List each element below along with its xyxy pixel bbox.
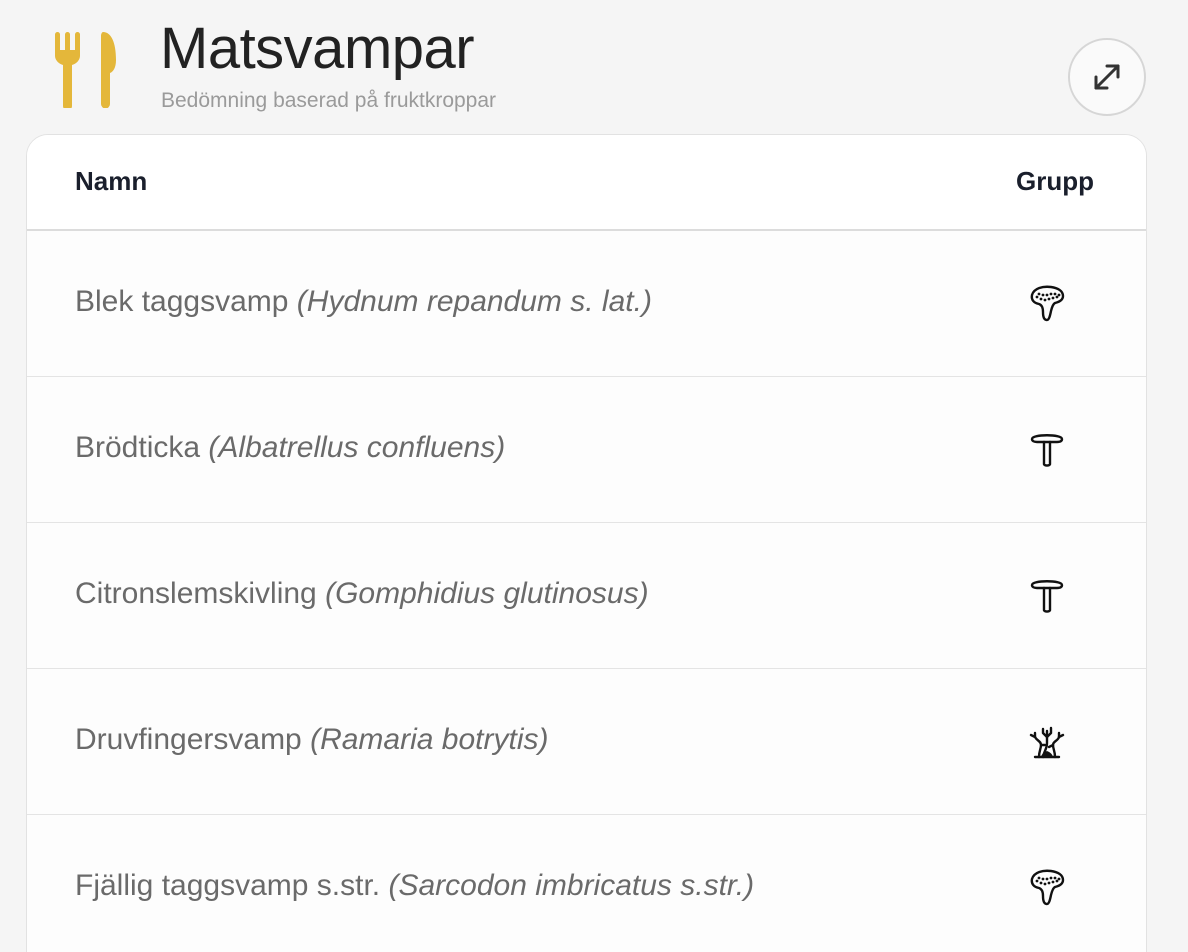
tooth-fungus-icon: [1030, 285, 1065, 322]
table-row[interactable]: Citronslemskivling (Gomphidius glutinosu…: [27, 523, 1146, 669]
common-name: Brödticka: [75, 431, 201, 464]
page-subtitle: Bedömning baserad på fruktkroppar: [161, 89, 497, 112]
expand-button[interactable]: [1068, 38, 1146, 116]
common-name: Druvfingersvamp: [75, 723, 302, 756]
table-row[interactable]: Blek taggsvamp (Hydnum repandum s. lat.): [27, 231, 1146, 377]
table-row[interactable]: Druvfingersvamp (Ramaria botrytis): [27, 669, 1146, 815]
column-header-group[interactable]: Grupp: [1016, 165, 1094, 197]
table-row[interactable]: Brödticka (Albatrellus confluens): [27, 377, 1146, 523]
latin-name: (Gomphidius glutinosus): [325, 577, 649, 610]
species-name: Blek taggsvamp (Hydnum repandum s. lat.): [75, 283, 652, 321]
common-name: Blek taggsvamp: [75, 285, 289, 318]
page-title: Matsvampar: [160, 16, 475, 81]
mushroom-table: Namn Grupp Blek taggsvamp (Hydnum repand…: [26, 134, 1147, 952]
column-header-name[interactable]: Namn: [75, 165, 147, 197]
table-header: Namn Grupp: [27, 135, 1146, 231]
expand-arrows-icon: [1094, 64, 1120, 90]
latin-name: (Sarcodon imbricatus s.str.): [388, 869, 755, 902]
species-name: Fjällig taggsvamp s.str. (Sarcodon imbri…: [75, 867, 754, 905]
fork-knife-icon: [55, 32, 116, 108]
table-row[interactable]: Fjällig taggsvamp s.str. (Sarcodon imbri…: [27, 815, 1146, 952]
latin-name: (Hydnum repandum s. lat.): [296, 285, 652, 318]
cap-mushroom-icon: [1030, 580, 1064, 613]
common-name: Fjällig taggsvamp s.str.: [75, 869, 381, 902]
species-name: Citronslemskivling (Gomphidius glutinosu…: [75, 575, 649, 613]
latin-name: (Albatrellus confluens): [208, 431, 506, 464]
coral-fungus-icon: [1029, 726, 1065, 759]
latin-name: (Ramaria botrytis): [310, 723, 549, 756]
header: Matsvampar Bedömning baserad på fruktkro…: [0, 0, 1188, 134]
species-name: Druvfingersvamp (Ramaria botrytis): [75, 721, 548, 759]
page: Matsvampar Bedömning baserad på fruktkro…: [0, 0, 1188, 952]
common-name: Citronslemskivling: [75, 577, 317, 610]
cap-mushroom-icon: [1030, 434, 1064, 467]
tooth-fungus-icon: [1030, 869, 1065, 906]
species-name: Brödticka (Albatrellus confluens): [75, 429, 505, 467]
